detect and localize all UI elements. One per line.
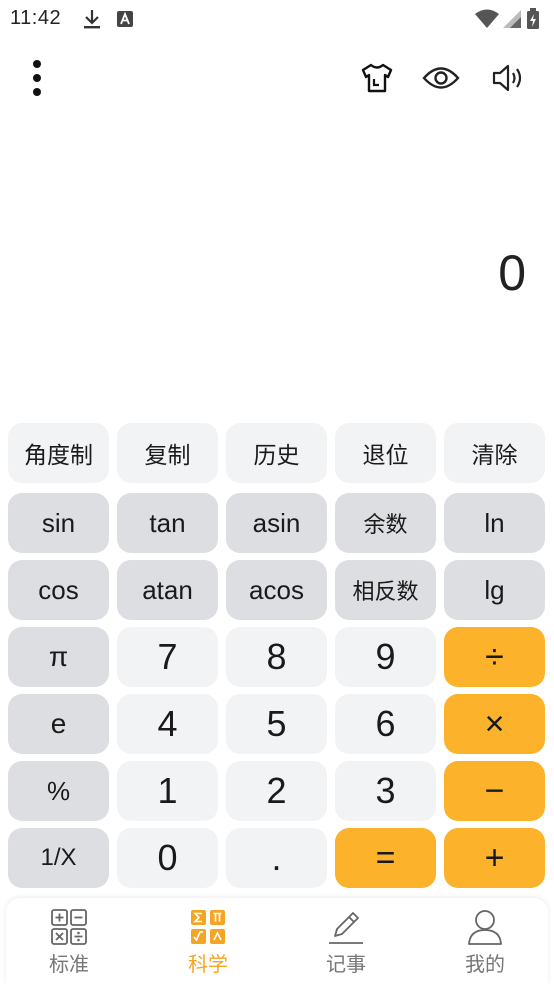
volume-icon [492,64,522,92]
key-lg[interactable]: lg [444,560,545,620]
more-options-button[interactable] [14,50,60,106]
profile-person-icon [468,910,502,945]
key-clear[interactable]: 清除 [444,423,545,483]
key-negate[interactable]: 相反数 [335,560,436,620]
scientific-calculator-icon [191,910,225,944]
nav-label: 我的 [465,952,505,976]
theme-shirt-icon [361,63,393,93]
key-remainder[interactable]: 余数 [335,493,436,553]
key-sin[interactable]: sin [8,493,109,553]
key-percent[interactable]: % [8,761,109,821]
nav-item-standard[interactable]: 标准 [14,898,124,984]
key-pi[interactable]: π [8,627,109,687]
keypad-row: π 7 8 9 ÷ [8,627,546,687]
status-time: 11:42 [10,7,62,29]
nav-item-scientific[interactable]: 科学 [153,898,263,984]
key-ln[interactable]: ln [444,493,545,553]
signal-icon [502,9,522,33]
calculator-screen: 11:42 0 角度制 复制 历史 退位 清除 sin tan asin 余数 … [0,0,554,984]
key-2[interactable]: 2 [226,761,327,821]
status-bar: 11:42 [0,0,554,38]
key-tan[interactable]: tan [117,493,218,553]
wifi-icon [474,9,500,33]
nav-label: 标准 [49,952,89,976]
key-asin[interactable]: asin [226,493,327,553]
key-copy[interactable]: 复制 [117,423,218,483]
key-7[interactable]: 7 [117,627,218,687]
keypad-row: % 1 2 3 − [8,761,546,821]
key-atan[interactable]: atan [117,560,218,620]
key-subtract[interactable]: − [444,761,545,821]
key-4[interactable]: 4 [117,694,218,754]
key-divide[interactable]: ÷ [444,627,545,687]
keypad-row: sin tan asin 余数 ln [8,493,546,553]
key-history[interactable]: 历史 [226,423,327,483]
a-notification-icon [116,10,134,32]
toolbar [0,50,554,106]
key-9[interactable]: 9 [335,627,436,687]
key-reciprocal[interactable]: 1/X [8,828,109,888]
more-vert-icon [33,60,41,96]
keypad-row: 角度制 复制 历史 退位 清除 [8,423,546,483]
key-3[interactable]: 3 [335,761,436,821]
key-decimal[interactable]: . [226,828,327,888]
key-1[interactable]: 1 [117,761,218,821]
theme-button[interactable] [354,50,400,106]
key-cos[interactable]: cos [8,560,109,620]
key-5[interactable]: 5 [226,694,327,754]
keypad-row: e 4 5 6 × [8,694,546,754]
key-acos[interactable]: acos [226,560,327,620]
eye-icon [422,67,460,89]
sound-button[interactable] [486,50,532,106]
keypad-row: cos atan acos 相反数 lg [8,560,546,620]
battery-icon [526,8,540,34]
key-8[interactable]: 8 [226,627,327,687]
bottom-nav: 标准 科学 记事 我的 [6,898,548,984]
key-add[interactable]: + [444,828,545,888]
download-icon [82,8,102,34]
key-0[interactable]: 0 [117,828,218,888]
standard-calculator-icon [51,909,87,945]
nav-item-notes[interactable]: 记事 [291,898,401,984]
key-equals[interactable]: = [335,828,436,888]
nav-item-profile[interactable]: 我的 [430,898,540,984]
nav-label: 记事 [326,952,366,976]
nav-label: 科学 [188,952,228,976]
display-value: 0 [498,245,526,301]
key-e[interactable]: e [8,694,109,754]
visibility-button[interactable] [418,50,464,106]
keypad-row: 1/X 0 . = + [8,828,546,888]
key-angle-mode[interactable]: 角度制 [8,423,109,483]
key-backspace[interactable]: 退位 [335,423,436,483]
key-multiply[interactable]: × [444,694,545,754]
note-pencil-icon [329,912,363,944]
key-6[interactable]: 6 [335,694,436,754]
